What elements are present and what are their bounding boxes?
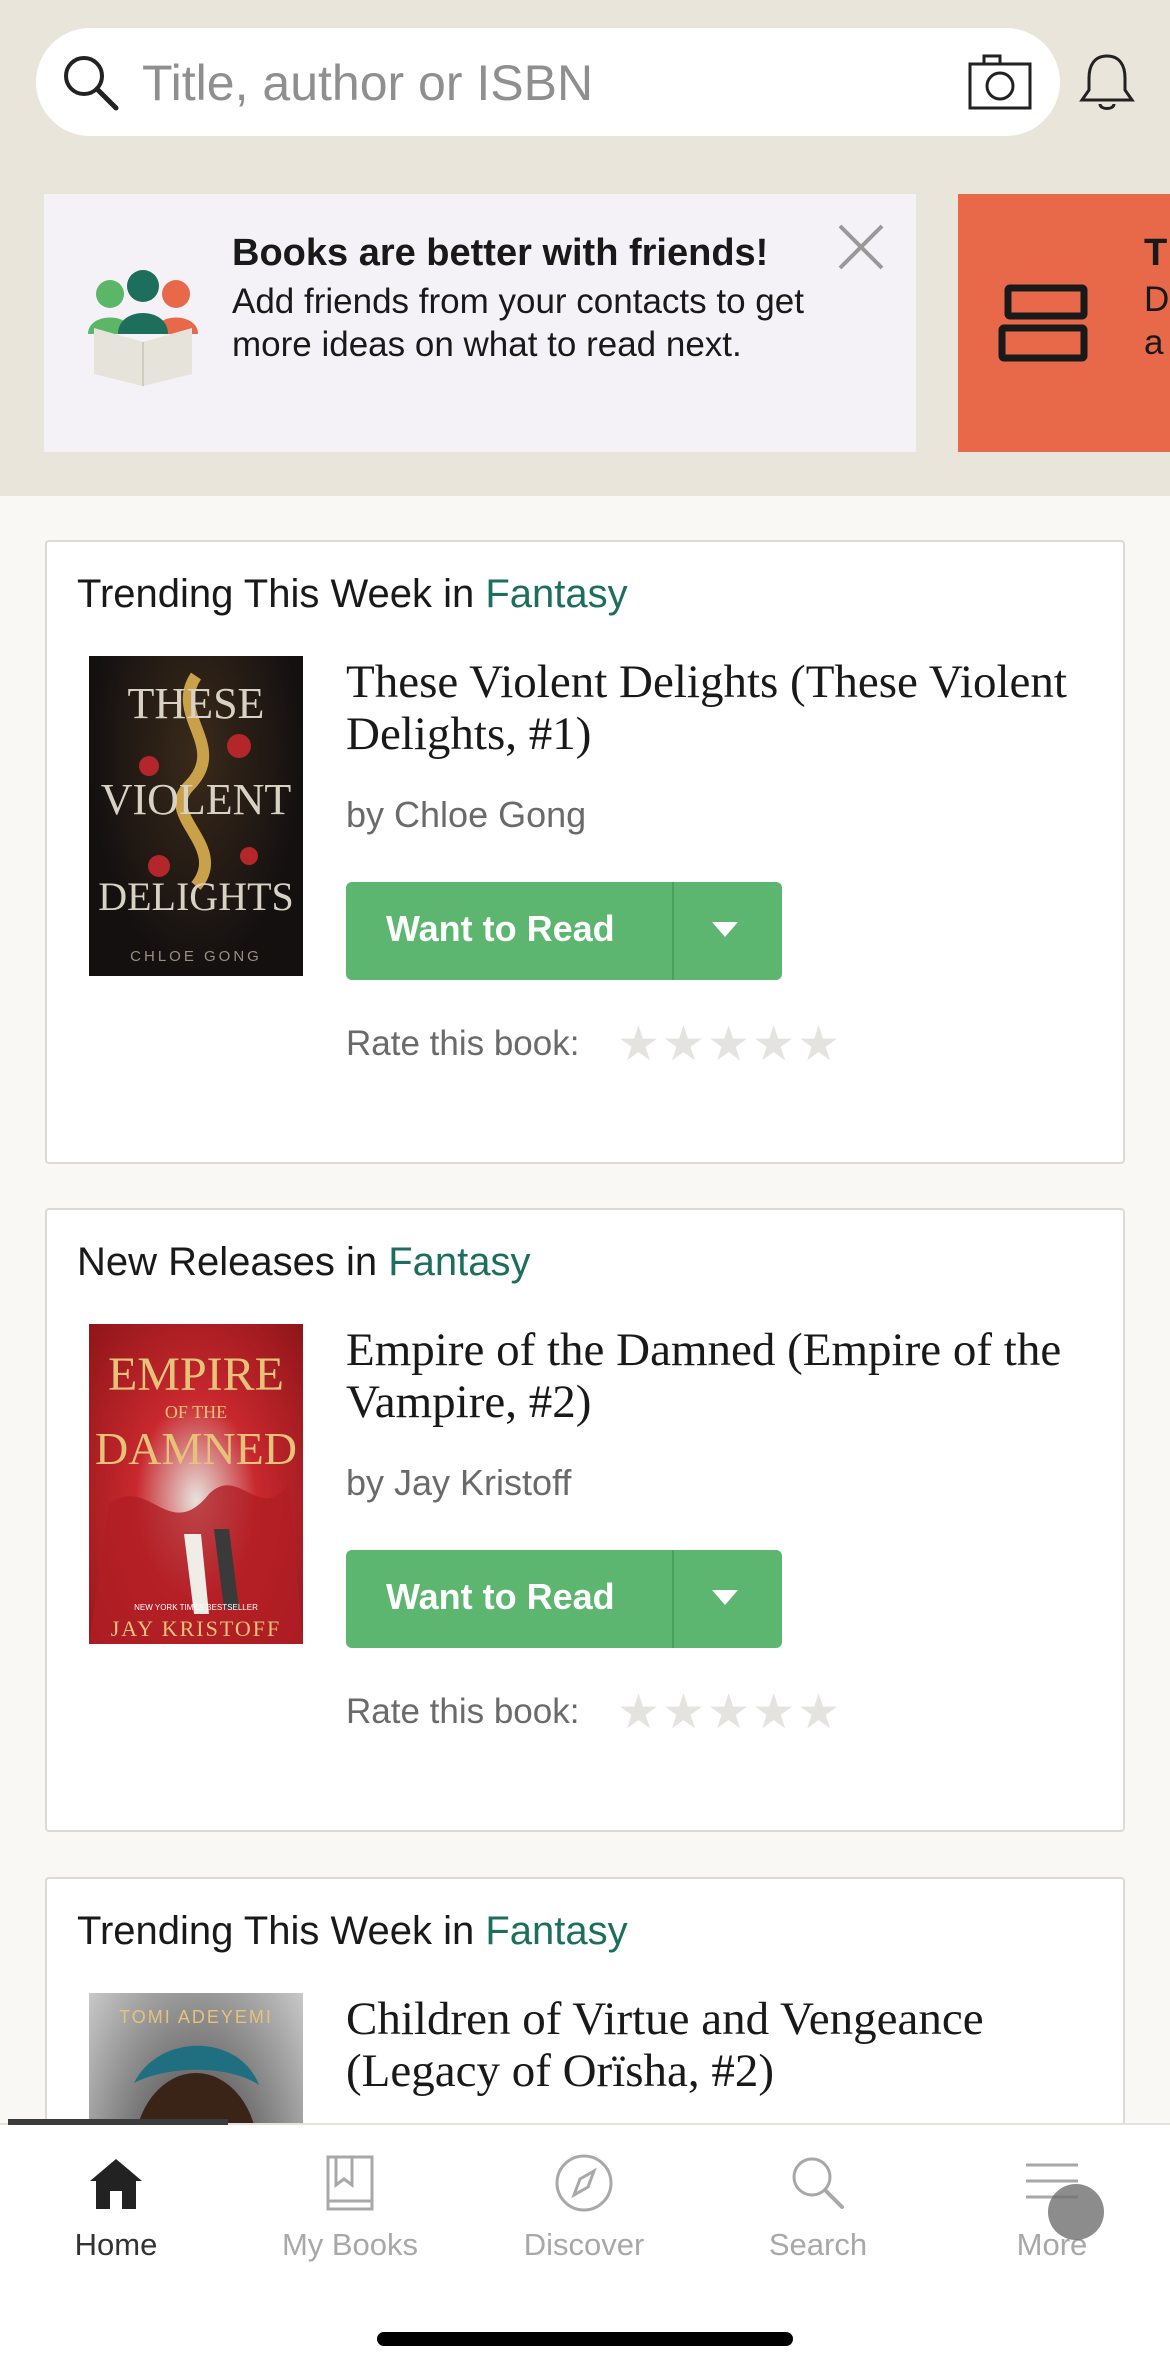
card-heading: New Releases in Fantasy	[77, 1240, 531, 1285]
star-rating[interactable]: ★★★★★	[617, 1016, 842, 1072]
search-input[interactable]: Title, author or ISBN	[142, 54, 593, 112]
search-bar[interactable]: Title, author or ISBN	[36, 28, 1060, 136]
cover-art: EMPIRE OF THE DAMNED NEW YORK TIMES BEST…	[89, 1348, 303, 1644]
cover-title-line1: EMPIRE	[108, 1348, 284, 1401]
book-recommendation-card: Trending This Week in Fantasy THESE VIOL…	[45, 540, 1125, 1164]
promo-title: Books are better with friends!	[232, 232, 769, 274]
rate-label: Rate this book:	[346, 1692, 580, 1731]
cover-author: TOMI ADEYEMI	[119, 2007, 273, 2027]
book-title[interactable]: These Violent Delights (These Violent De…	[346, 656, 1106, 760]
card-heading: Trending This Week in Fantasy	[77, 572, 628, 617]
cover-title-line1: THESE	[128, 679, 265, 728]
book-cover[interactable]: EMPIRE OF THE DAMNED NEW YORK TIMES BEST…	[89, 1324, 303, 1644]
rate-label: Rate this book:	[346, 1024, 580, 1063]
search-icon	[64, 56, 119, 111]
friends-book-icon	[88, 270, 198, 386]
promo-body: Add friends from your contacts to get mo…	[232, 282, 804, 364]
tab-discover[interactable]: Discover	[474, 2151, 694, 2263]
heading-prefix: Trending This Week in	[77, 572, 486, 616]
want-to-read-label: Want to Read	[386, 1576, 615, 1617]
cover-title-line2: OF THE	[165, 1402, 227, 1422]
my-books-icon	[326, 2155, 374, 2211]
close-icon[interactable]	[834, 220, 888, 274]
promo2-title: T	[1144, 232, 1168, 274]
cover-author: CHLOE GONG	[130, 948, 262, 965]
cover-author: JAY KRISTOFF	[111, 1616, 282, 1641]
cover-title-line3: DAMNED	[95, 1423, 297, 1474]
notifications-bell-icon[interactable]	[1076, 50, 1138, 116]
promo2-line2: a	[1144, 323, 1164, 362]
tab-label: Discover	[523, 2227, 645, 2262]
book-author[interactable]: by Jay Kristoff	[346, 1462, 571, 1504]
touch-indicator	[1048, 2184, 1104, 2240]
home-indicator[interactable]	[377, 2332, 793, 2346]
tab-search[interactable]: Search	[708, 2151, 928, 2263]
want-to-read-label: Want to Read	[386, 908, 615, 949]
book-title[interactable]: Empire of the Damned (Empire of the Vamp…	[346, 1324, 1106, 1428]
tab-home[interactable]: Home	[6, 2151, 226, 2263]
tab-label: Search	[768, 2227, 868, 2262]
shelf-dropdown-caret-icon[interactable]	[712, 1590, 738, 1605]
book-cover[interactable]: THESE VIOLENT DELIGHTS CHLOE GONG	[89, 656, 303, 976]
promo2-line1: D	[1144, 280, 1170, 319]
heading-prefix: Trending This Week in	[77, 1909, 486, 1953]
book-stack-icon	[998, 284, 1088, 362]
book-recommendation-card: New Releases in Fantasy EMPIRE OF THE DA…	[45, 1208, 1125, 1832]
tab-my-books[interactable]: My Books	[240, 2151, 460, 2263]
genre-link[interactable]: Fantasy	[388, 1240, 530, 1284]
tab-label: More	[1016, 2227, 1088, 2262]
book-title[interactable]: Children of Virtue and Vengeance (Legacy…	[346, 1993, 1106, 2097]
cover-title-line3: DELIGHTS	[98, 874, 294, 919]
active-tab-indicator	[8, 2119, 228, 2125]
friends-promo-card[interactable]: Books are better with friends! Add frien…	[44, 194, 916, 452]
shelf-dropdown-caret-icon[interactable]	[712, 922, 738, 937]
want-to-read-button[interactable]: Want to Read	[346, 882, 782, 980]
tab-label: My Books	[281, 2227, 419, 2262]
cover-tagline: NEW YORK TIMES BESTSELLER	[134, 1603, 258, 1612]
card-heading: Trending This Week in Fantasy	[77, 1909, 628, 1954]
button-divider	[672, 1550, 674, 1648]
cover-art: THESE VIOLENT DELIGHTS CHLOE GONG	[98, 672, 294, 965]
button-divider	[672, 882, 674, 980]
compass-icon	[555, 2154, 613, 2212]
reading-challenge-promo-card[interactable]: T D a	[958, 194, 1170, 452]
genre-link[interactable]: Fantasy	[485, 1909, 627, 1953]
tab-label: Home	[74, 2227, 158, 2262]
want-to-read-button[interactable]: Want to Read	[346, 1550, 782, 1648]
star-rating[interactable]: ★★★★★	[617, 1684, 842, 1740]
home-icon	[90, 2159, 142, 2209]
search-icon	[792, 2157, 844, 2209]
heading-prefix: New Releases in	[77, 1240, 389, 1284]
top-bar: Title, author or ISBN Books are better w…	[0, 0, 1170, 496]
genre-link[interactable]: Fantasy	[485, 572, 627, 616]
camera-icon[interactable]	[966, 52, 1034, 112]
book-author[interactable]: by Chloe Gong	[346, 794, 586, 836]
cover-title-line2: VIOLENT	[101, 775, 292, 824]
